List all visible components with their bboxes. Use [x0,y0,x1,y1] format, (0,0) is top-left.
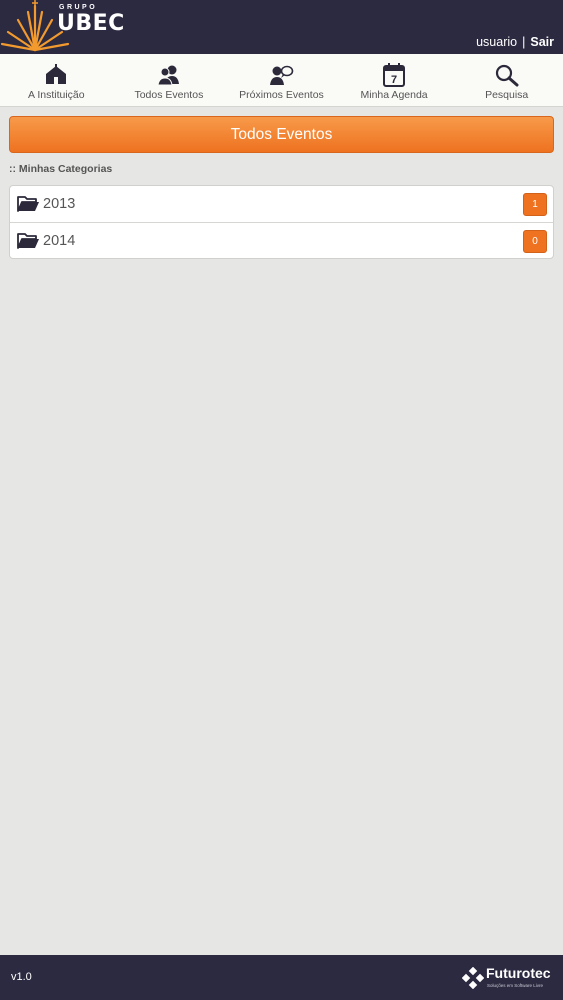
version-label: v1.0 [11,971,32,983]
count-badge: 1 [523,193,547,216]
logo-main-text: UBEC [57,11,125,36]
user-chat-icon [268,62,294,88]
category-name: 2014 [43,232,76,249]
nav-item-proximos-eventos[interactable]: Próximos Eventos [225,54,338,106]
page-title: Todos Eventos [9,116,554,153]
nav-label: Todos Eventos [134,89,204,101]
category-item-2014[interactable]: 2014 0 [10,222,553,258]
logo-small-text: GRUPO [59,4,98,11]
user-separator: | [522,35,526,49]
nav-label: Minha Agenda [360,89,428,101]
main-nav: A Instituição Todos Eventos Próximos Eve… [0,54,563,107]
count-badge: 0 [523,230,547,253]
users-icon [156,62,182,88]
category-name: 2013 [43,196,76,212]
nav-item-minha-agenda[interactable]: 7 Minha Agenda [338,54,451,106]
brand-name: Futurotec [486,965,551,981]
calendar-day-text: 7 [391,74,397,86]
app-header: GRUPO UBEC usuario | Sair [0,0,563,54]
futurotec-logo[interactable]: Futurotec Soluções em Software Livre [462,965,552,993]
nav-label: Pesquisa [485,89,529,101]
nav-item-todos-eventos[interactable]: Todos Eventos [113,54,226,106]
puzzle-logo-icon [462,967,484,989]
category-item-2013[interactable]: 2013 1 [10,186,553,222]
app-footer: v1.0 Futurotec Soluções em Software Livr… [0,955,563,1000]
nav-item-instituicao[interactable]: A Instituição [0,54,113,106]
nav-label: Próximos Eventos [239,89,324,101]
nav-label: A Instituição [27,89,85,101]
calendar-icon: 7 [381,62,407,88]
folder-open-icon [17,196,39,212]
logout-link[interactable]: Sair [530,35,554,49]
ubec-logo[interactable]: GRUPO UBEC [0,0,130,54]
nav-item-pesquisa[interactable]: Pesquisa [450,54,563,106]
user-area: usuario | Sair [476,35,554,49]
folder-open-icon [17,233,39,249]
section-label: :: Minhas Categorias [9,163,113,175]
category-list: 2013 1 2014 0 [9,185,554,259]
brand-tagline: Soluções em Software Livre [487,983,544,988]
username: usuario [476,35,518,49]
building-icon [43,62,69,88]
search-icon [494,62,520,88]
